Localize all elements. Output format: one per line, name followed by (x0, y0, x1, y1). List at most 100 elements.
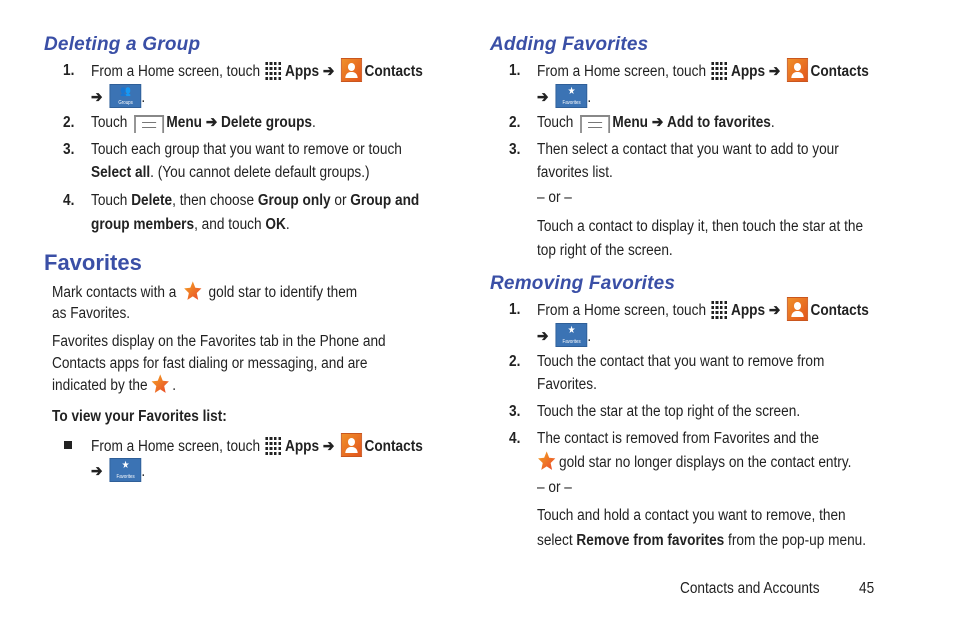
t: From a Home screen, touch (537, 63, 707, 81)
favorites-tab-icon: ★ Favorites (109, 458, 142, 482)
t: gold star to identify them (208, 284, 358, 302)
step-text: group members, and touch OK. (91, 214, 290, 236)
heading-removing-favorites: Removing Favorites (490, 273, 676, 294)
step-text: ➔ ★ Favorites. (91, 458, 146, 484)
or-separator: – or – (537, 189, 572, 206)
period: . (141, 463, 146, 481)
step-text: Touch and hold a contact you want to rem… (537, 507, 846, 524)
step-number: 1. (509, 301, 521, 318)
contacts-label: Contacts (364, 63, 423, 81)
page-number: 45 (859, 580, 875, 597)
arrow-icon: ➔ (91, 89, 103, 107)
period: . (312, 114, 316, 131)
step-text: From a Home screen, touch Apps ➔ Contact… (91, 433, 423, 459)
step-text: top right of the screen. (537, 242, 673, 259)
gold-star-icon (183, 280, 202, 302)
step-text-part: From a Home screen, touch (91, 63, 261, 81)
apps-grid-icon (265, 435, 284, 455)
add-to-favorites-label: Add to favorites (667, 114, 771, 131)
step-text: select Remove from favorites from the po… (537, 530, 866, 552)
tab-label: Favorites (562, 100, 581, 106)
period: . (770, 114, 775, 131)
contacts-app-icon (786, 297, 808, 321)
groups-icon: 👥 (120, 86, 132, 97)
arrow-icon: ➔ (205, 114, 218, 131)
step-text: From a Home screen, touch Apps ➔ Contact… (537, 297, 869, 323)
t: , then choose (172, 192, 258, 209)
tab-label: Groups (118, 100, 133, 106)
arrow-icon: ➔ (537, 89, 549, 107)
remove-from-favorites-label: Remove from favorites (576, 532, 725, 549)
subheading: To view your Favorites list: (52, 406, 227, 428)
step-number: 3. (63, 141, 75, 158)
star-icon: ★ (567, 325, 576, 336)
bullet-icon (64, 441, 72, 449)
step-number: 3. (509, 141, 521, 158)
paragraph-text: Favorites display on the Favorites tab i… (52, 333, 386, 350)
arrow-icon: ➔ (91, 463, 103, 481)
step-number: 4. (509, 430, 521, 447)
apps-grid-icon (711, 60, 730, 80)
period: . (587, 89, 592, 107)
tab-label: Favorites (116, 474, 135, 480)
groups-tab-icon: 👥 Groups (109, 84, 142, 108)
t: indicated by the (52, 377, 148, 395)
group-only-label: Group only (257, 192, 331, 209)
step-text: gold star no longer displays on the cont… (537, 452, 851, 474)
subheading-text: To view your Favorites list: (52, 408, 227, 425)
step-text: ➔ 👥 Groups. (91, 84, 145, 110)
contacts-app-icon (340, 433, 362, 457)
step-text: Select all. (You cannot delete default g… (91, 162, 370, 184)
star-icon: ★ (121, 460, 130, 471)
t: , and touch (194, 216, 266, 233)
step-text: favorites list. (537, 164, 613, 181)
heading-adding-favorites: Adding Favorites (490, 34, 649, 55)
favorites-tab-icon: ★ Favorites (555, 84, 588, 108)
arrow-icon: ➔ (537, 328, 549, 346)
menu-label: Menu (166, 114, 203, 131)
step-text: Then select a contact that you want to a… (537, 141, 839, 158)
arrow-icon: ➔ (768, 63, 781, 81)
step-text: Touch the contact that you want to remov… (537, 353, 825, 370)
gold-star-icon (150, 373, 169, 395)
step-text: Touch each group that you want to remove… (91, 141, 402, 158)
favorites-tab-icon: ★ Favorites (555, 323, 588, 347)
step-number: 2. (509, 353, 521, 370)
delete-label: Delete (131, 192, 173, 209)
footer-section: Contacts and Accounts (680, 580, 820, 597)
step-text: Touch Delete, then choose Group only or … (91, 190, 419, 212)
contacts-app-icon (786, 58, 808, 82)
step-number: 1. (509, 62, 521, 79)
paragraph-text: as Favorites. (52, 305, 131, 322)
apps-label: Apps (730, 302, 766, 320)
contacts-label: Contacts (364, 438, 423, 456)
tab-label: Favorites (562, 339, 581, 345)
step-number: 2. (63, 114, 75, 131)
group-and-label: Group and (350, 192, 420, 209)
contacts-app-icon (340, 58, 362, 82)
step-text: Touch Menu ➔ Delete groups. (91, 112, 316, 134)
step-text: Touch Menu ➔ Add to favorites. (537, 112, 775, 134)
paragraph-text: Contacts apps for fast dialing or messag… (52, 355, 368, 372)
t: select (537, 532, 577, 549)
t: gold star no longer displays on the cont… (559, 454, 852, 472)
t: Mark contacts with a (52, 284, 177, 302)
heading-favorites: Favorites (44, 250, 142, 275)
heading-deleting-group: Deleting a Group (44, 34, 201, 55)
arrow-icon: ➔ (768, 302, 781, 320)
apps-label: Apps (284, 63, 320, 81)
group-members-label: group members (91, 216, 195, 233)
step-text: ➔ ★ Favorites. (537, 84, 592, 110)
t: . (285, 216, 290, 233)
step-number: 1. (63, 62, 75, 79)
star-icon: ★ (567, 86, 576, 97)
menu-icon (133, 114, 164, 133)
step-text-part: . (You cannot delete default groups.) (150, 164, 370, 181)
step-text: From a Home screen, touch Apps ➔ Contact… (91, 58, 423, 84)
contacts-label: Contacts (810, 302, 869, 320)
t: or (330, 192, 351, 209)
paragraph-text: indicated by the. (52, 375, 176, 397)
step-text: The contact is removed from Favorites an… (537, 430, 820, 447)
step-text: ➔ ★ Favorites. (537, 323, 591, 349)
apps-grid-icon (711, 299, 730, 319)
